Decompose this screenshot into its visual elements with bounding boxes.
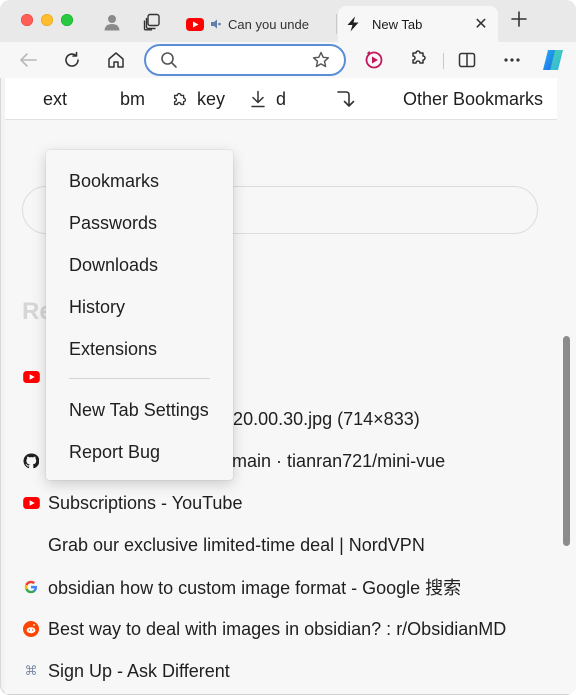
tab-new-tab[interactable]: New Tab ✕ xyxy=(338,6,498,42)
navigation-toolbar xyxy=(0,42,576,78)
address-input[interactable] xyxy=(184,48,312,72)
toolbar-divider xyxy=(443,53,444,69)
favorite-star-icon[interactable] xyxy=(312,51,330,69)
menu-item-history[interactable]: History xyxy=(69,297,125,318)
youtube-icon xyxy=(186,17,210,31)
more-options-icon[interactable] xyxy=(500,48,524,72)
google-icon xyxy=(22,578,40,596)
bookmark-label: key xyxy=(197,88,226,109)
bookmark-label: bm xyxy=(120,88,146,109)
home-icon[interactable] xyxy=(104,48,128,72)
tab-title: New Tab xyxy=(372,16,423,32)
menu-item-new-tab-settings[interactable]: New Tab Settings xyxy=(69,400,209,421)
copilot-icon[interactable] xyxy=(541,48,565,72)
profile-icon[interactable] xyxy=(102,12,122,32)
menu-item-report-bug[interactable]: Report Bug xyxy=(69,442,160,463)
ask-different-icon: ⌘ xyxy=(24,663,38,678)
back-arrow-icon[interactable] xyxy=(16,48,40,72)
youtube-icon xyxy=(22,494,40,512)
page-scrollbar[interactable] xyxy=(557,78,576,695)
youtube-icon xyxy=(22,368,40,386)
import-arrow-icon xyxy=(336,89,356,109)
bookmark-ext[interactable]: ext xyxy=(43,78,67,120)
search-icon xyxy=(160,51,178,69)
download-arrow-icon xyxy=(250,90,266,108)
tab-strip: Can you unde New Tab ✕ xyxy=(0,0,576,42)
scrollbar-thumb[interactable] xyxy=(563,336,570,546)
new-tab-button[interactable] xyxy=(508,10,530,32)
tab-title: Can you unde xyxy=(228,16,309,32)
reddit-icon xyxy=(22,620,40,638)
bookmark-bm[interactable]: bm xyxy=(120,78,145,120)
reload-icon[interactable] xyxy=(60,48,84,72)
bookmark-key[interactable]: key xyxy=(171,78,225,120)
split-screen-icon[interactable] xyxy=(455,48,479,72)
menu-item-bookmarks[interactable]: Bookmarks xyxy=(69,171,159,192)
lightning-icon xyxy=(346,16,372,32)
close-window-button[interactable] xyxy=(21,14,33,26)
bookmark-d[interactable]: d xyxy=(250,78,286,120)
bookmark-import[interactable] xyxy=(336,78,356,120)
tab-divider xyxy=(336,14,337,34)
recent-tab-item[interactable]: obsidian how to custom image format - Go… xyxy=(5,566,557,608)
close-tab-icon[interactable]: ✕ xyxy=(472,14,490,34)
recent-tab-title: Grab our exclusive limited-time deal | N… xyxy=(48,534,425,555)
recent-tab-item[interactable]: Subscriptions - YouTube xyxy=(5,482,557,524)
puzzle-icon xyxy=(171,90,189,108)
menu-item-passwords[interactable]: Passwords xyxy=(69,213,157,234)
recent-tab-item[interactable]: ⌘ Sign Up - Ask Different xyxy=(5,650,557,692)
menu-separator xyxy=(69,378,210,379)
tab-youtube[interactable]: Can you unde xyxy=(176,6,336,42)
address-bar[interactable] xyxy=(144,44,346,76)
zoom-window-button[interactable] xyxy=(61,14,73,26)
media-play-icon[interactable] xyxy=(362,48,386,72)
bookmark-label: Other Bookmarks xyxy=(403,88,544,109)
recent-tab-item[interactable]: Best way to deal with images in obsidian… xyxy=(5,608,557,650)
other-bookmarks[interactable]: Other Bookmarks xyxy=(403,78,543,120)
workspaces-icon[interactable] xyxy=(142,12,162,32)
recent-tab-title: Best way to deal with images in obsidian… xyxy=(48,618,507,639)
extensions-puzzle-icon[interactable] xyxy=(407,45,431,69)
bookmark-label: d xyxy=(276,88,287,109)
menu-item-extensions[interactable]: Extensions xyxy=(69,339,157,360)
browser-window: Can you unde New Tab ✕ ext bm key d Othe… xyxy=(0,0,576,695)
recent-tab-title: Sign Up - Ask Different xyxy=(48,660,230,681)
github-icon xyxy=(22,452,40,470)
minimize-window-button[interactable] xyxy=(41,14,53,26)
bookmark-dropdown-menu: Bookmarks Passwords Downloads History Ex… xyxy=(46,150,233,480)
recent-tab-title: obsidian how to custom image format - Go… xyxy=(48,578,462,598)
audio-icon[interactable] xyxy=(210,18,228,30)
bookmarks-bar: ext bm key d Other Bookmarks xyxy=(5,78,557,120)
menu-item-downloads[interactable]: Downloads xyxy=(69,255,158,276)
recent-tab-title: Subscriptions - YouTube xyxy=(48,492,243,513)
recent-tab-item[interactable]: Grab our exclusive limited-time deal | N… xyxy=(5,524,557,566)
bookmark-label: ext xyxy=(43,88,68,109)
